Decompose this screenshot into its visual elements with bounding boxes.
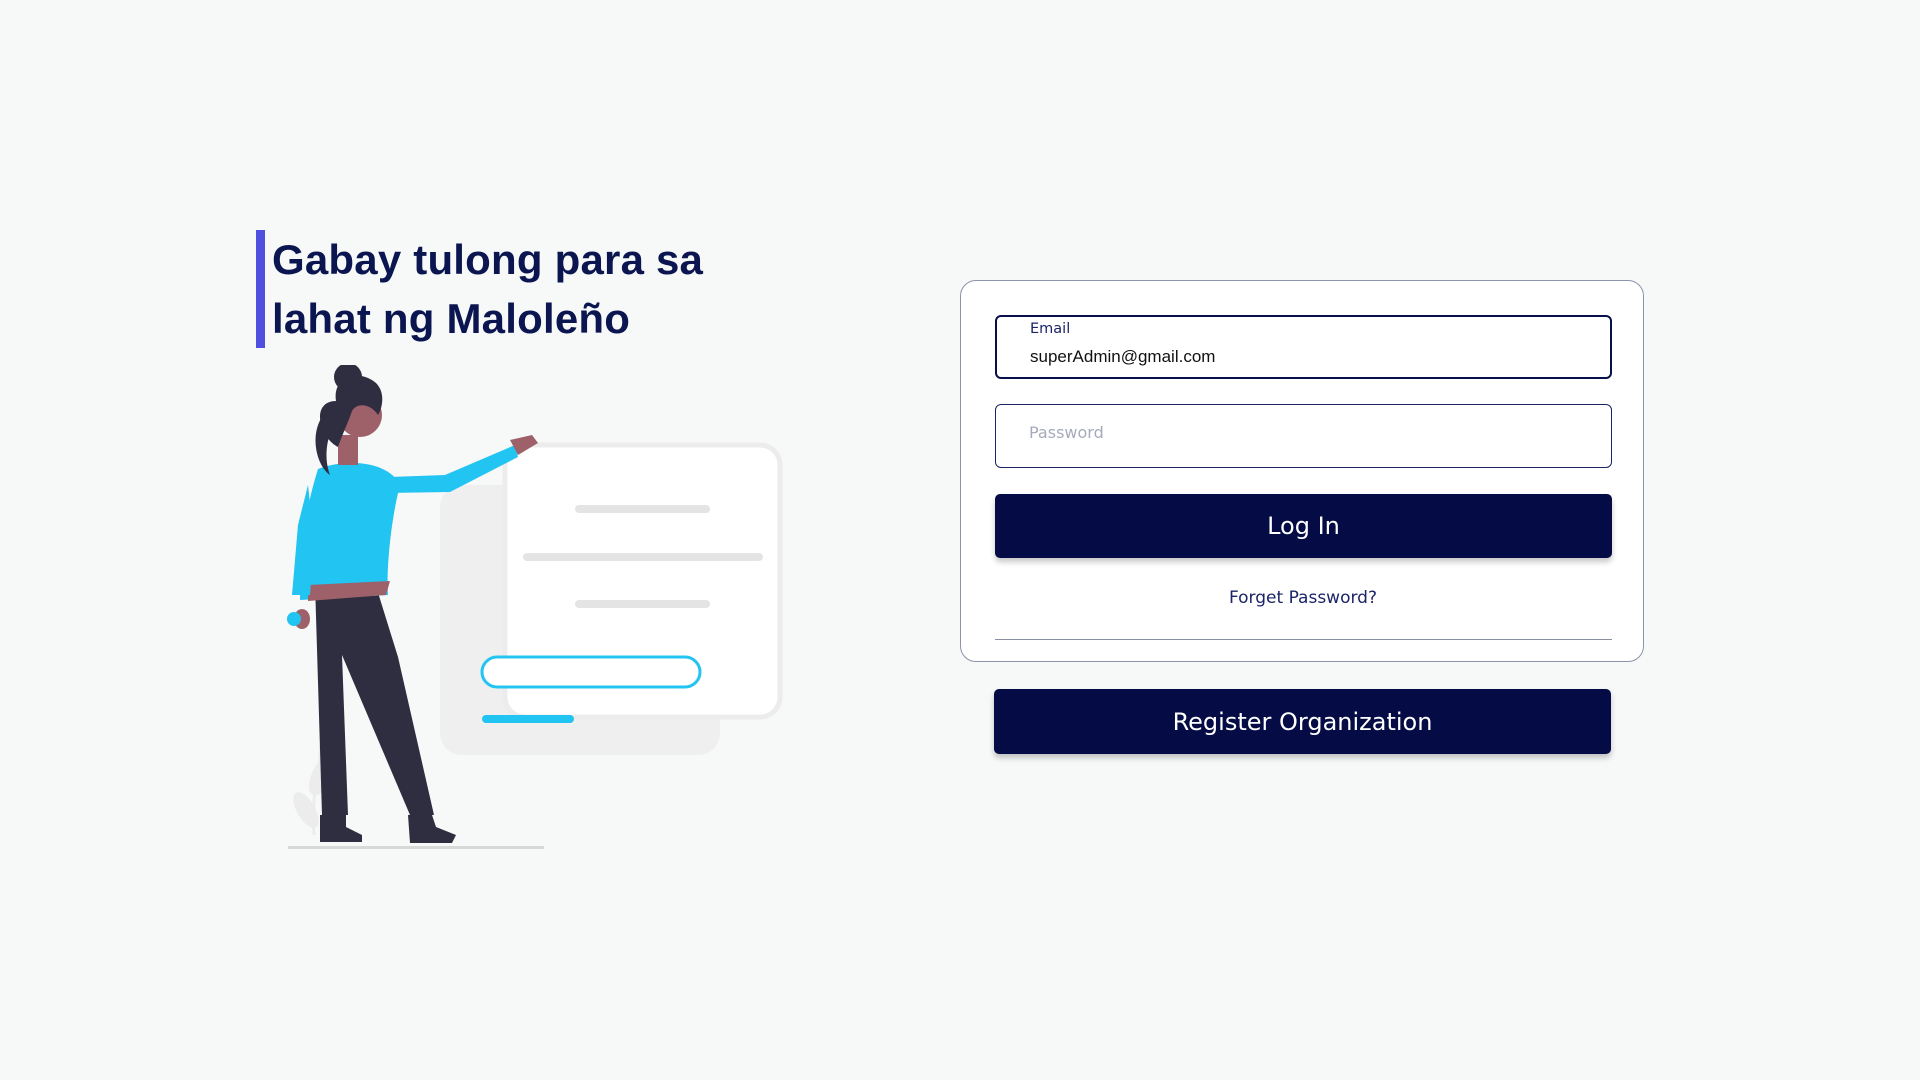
divider <box>995 639 1612 640</box>
woman-pointing-at-form-illustration <box>287 365 783 849</box>
forgot-password-link[interactable]: Forget Password? <box>961 588 1645 608</box>
register-organization-button[interactable]: Register Organization <box>994 689 1611 754</box>
login-button[interactable]: Log In <box>995 494 1612 558</box>
email-field[interactable]: Email superAdmin@gmail.com <box>995 315 1612 379</box>
email-label: Email <box>1030 321 1071 337</box>
hero-title-line-2: lahat ng Maloleño <box>272 295 631 342</box>
hero-title: Gabay tulong para sa lahat ng Maloleño <box>256 230 792 348</box>
email-value[interactable]: superAdmin@gmail.com <box>1030 347 1215 367</box>
password-field[interactable] <box>995 404 1612 468</box>
login-card: Email superAdmin@gmail.com Log In Forget… <box>960 280 1644 662</box>
password-input[interactable] <box>1029 423 1589 442</box>
login-page: Gabay tulong para sa lahat ng Maloleño E… <box>0 0 1920 1080</box>
hero-title-line-1: Gabay tulong para sa <box>272 236 704 283</box>
